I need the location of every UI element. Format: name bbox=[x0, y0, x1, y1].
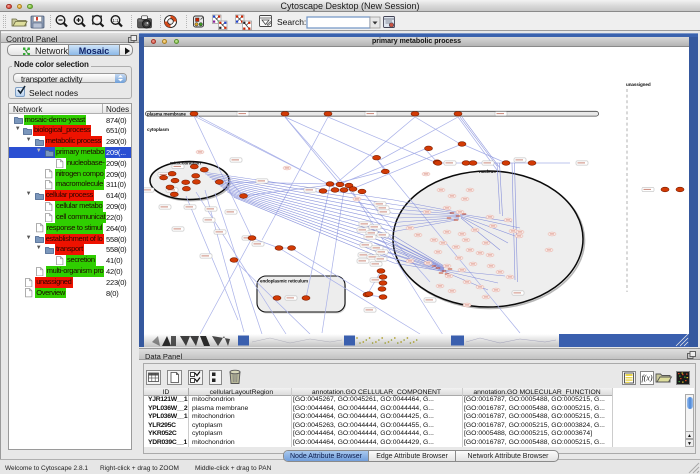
svg-text:plasma membrane: plasma membrane bbox=[147, 112, 186, 117]
svg-text:endoplasmic reticulum: endoplasmic reticulum bbox=[260, 279, 308, 284]
svg-text:f(x): f(x) bbox=[641, 374, 652, 383]
svg-text:Search:: Search: bbox=[277, 17, 306, 27]
svg-text:nucleus: nucleus bbox=[479, 169, 496, 174]
svg-text:unassigned: unassigned bbox=[626, 82, 651, 87]
svg-text:1:1: 1:1 bbox=[112, 18, 119, 23]
svg-text:cytoplasm: cytoplasm bbox=[147, 127, 169, 132]
